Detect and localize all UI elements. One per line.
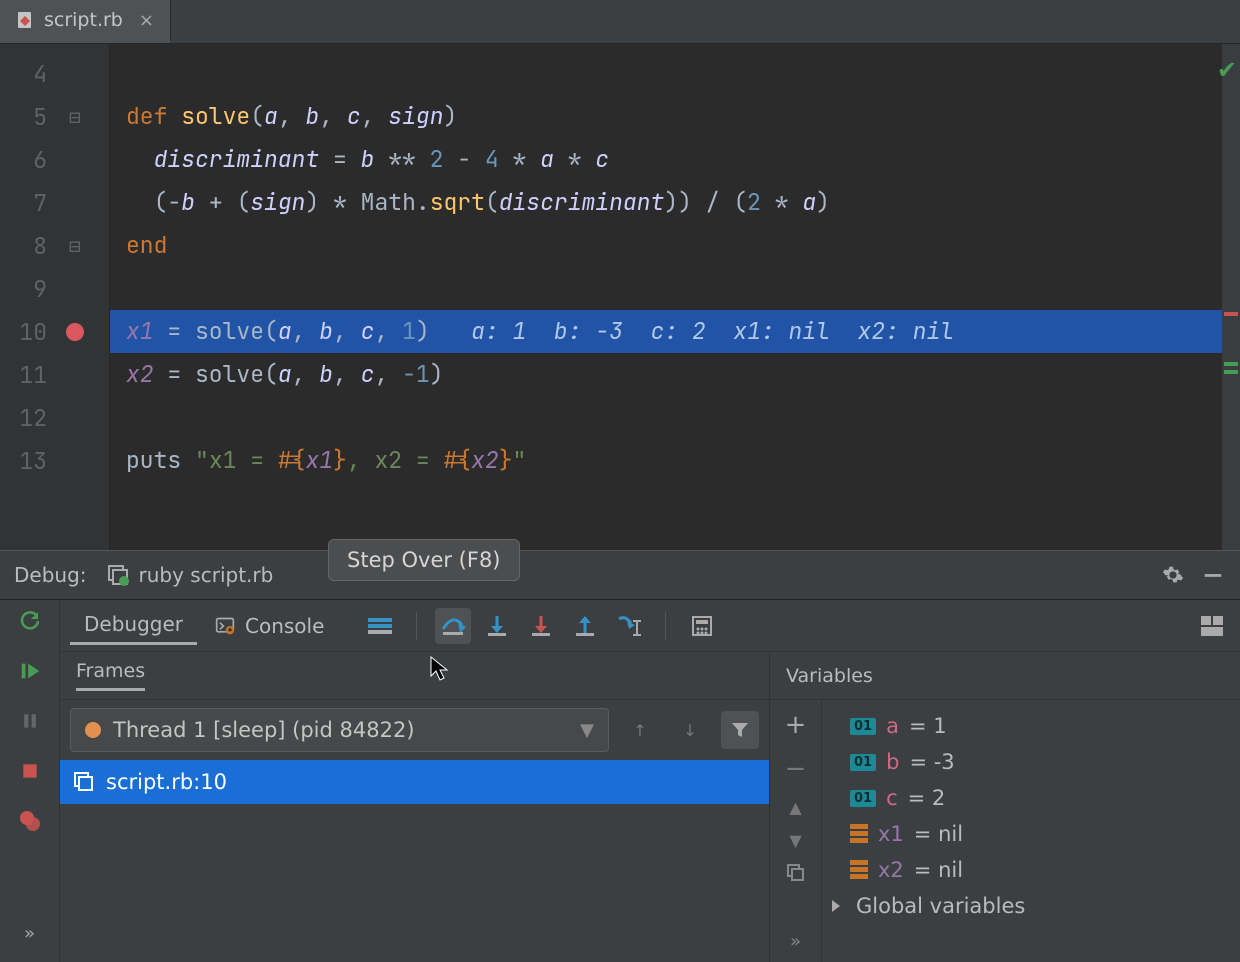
fold-close-icon[interactable]: ⊟ — [69, 234, 81, 258]
ruby-file-icon — [16, 11, 34, 29]
step-into-button[interactable] — [479, 608, 515, 644]
code-editor[interactable]: 4 5 ⊟ 6 7 8 ⊟ 9 10 11 12 13 def solve(a, b… — [0, 44, 1240, 550]
evaluate-expression-button[interactable] — [684, 608, 720, 644]
fold-open-icon[interactable]: ⊟ — [69, 105, 81, 129]
line-number: 6 — [9, 145, 47, 175]
line-number: 10 — [9, 317, 47, 347]
code-area[interactable]: def solve(a, b, c, sign) discriminant = … — [110, 44, 1240, 550]
thread-selector[interactable]: Thread 1 [sleep] (pid 84822) ▼ — [70, 708, 609, 752]
next-frame-button[interactable]: ↓ — [671, 711, 709, 749]
int-type-icon: 01 — [850, 754, 876, 771]
frames-header: Frames — [76, 660, 145, 691]
inspection-ok-icon[interactable]: ✔ — [1217, 56, 1237, 84]
move-down-button[interactable]: ▼ — [789, 831, 801, 850]
layout-settings-button[interactable] — [1194, 608, 1230, 644]
editor-gutter: 4 5 ⊟ 6 7 8 ⊟ 9 10 11 12 13 — [0, 44, 110, 550]
line-number: 9 — [9, 274, 47, 304]
int-type-icon: 01 — [850, 718, 876, 735]
minimize-icon[interactable] — [1200, 562, 1226, 588]
debug-side-toolbar: » — [0, 600, 60, 962]
filter-button[interactable] — [721, 711, 759, 749]
add-watch-button[interactable]: + — [785, 710, 807, 740]
run-to-cursor-button[interactable] — [611, 608, 647, 644]
resume-button[interactable] — [15, 656, 45, 686]
editor-tabbar: script.rb × — [0, 0, 1240, 44]
line-number: 13 — [9, 446, 47, 476]
variable-row: 01 b = -3 — [832, 744, 1230, 780]
more-icon[interactable]: » — [790, 931, 801, 952]
nil-type-icon — [850, 860, 868, 881]
variable-row: x1 = nil — [832, 816, 1230, 852]
force-step-into-button[interactable] — [523, 608, 559, 644]
debug-tabs-toolbar: Debugger Console — [60, 600, 1240, 652]
line-number: 8 — [9, 231, 47, 261]
tab-debugger[interactable]: Debugger — [70, 606, 197, 645]
expand-right-icon — [832, 900, 840, 912]
prev-frame-button[interactable]: ↑ — [621, 711, 659, 749]
variable-row: 01 a = 1 — [832, 708, 1230, 744]
step-over-button[interactable] — [435, 608, 471, 644]
run-config-icon — [107, 564, 129, 586]
stack-frame[interactable]: script.rb:10 — [60, 760, 769, 804]
duplicate-watch-button[interactable] — [787, 864, 805, 882]
stop-button[interactable] — [15, 756, 45, 786]
view-breakpoints-button[interactable] — [15, 806, 45, 836]
step-out-button[interactable] — [567, 608, 603, 644]
global-variables-node[interactable]: Global variables — [832, 888, 1230, 924]
inline-variable-hints: a: 1 b: -3 c: 2 x1: nil x2: nil — [430, 316, 954, 346]
debug-session-tab[interactable]: ruby script.rb — [107, 563, 274, 587]
int-type-icon: 01 — [850, 790, 876, 807]
debug-title: Debug: — [14, 563, 87, 587]
editor-tab-script[interactable]: script.rb × — [0, 0, 171, 43]
remove-watch-button[interactable]: − — [785, 754, 807, 784]
change-marker[interactable] — [1224, 362, 1238, 366]
frames-panel: Frames Thread 1 [sleep] (pid 84822) ▼ ↑ … — [60, 652, 770, 962]
variable-row: 01 c = 2 — [832, 780, 1230, 816]
variable-row: x2 = nil — [832, 852, 1230, 888]
change-marker[interactable] — [1224, 370, 1238, 374]
execution-line: x1 = solve(a, b, c, 1) a: 1 b: -3 c: 2 x… — [110, 310, 1240, 353]
variables-panel: Variables + − ▲ ▼ » 01 a = 1 01 b = -3 0… — [770, 652, 1240, 962]
nil-type-icon — [850, 824, 868, 845]
breakpoint-marker[interactable] — [1224, 312, 1238, 316]
variables-header: Variables — [786, 665, 873, 687]
variables-toolbar: + − ▲ ▼ » — [770, 700, 822, 962]
close-icon[interactable]: × — [133, 10, 154, 31]
debug-toolwindow: » Debugger Console — [0, 600, 1240, 962]
show-execution-point-button[interactable] — [362, 608, 398, 644]
tab-console[interactable]: Console — [201, 608, 338, 644]
rerun-button[interactable] — [15, 606, 45, 636]
frame-icon — [74, 772, 94, 792]
editor-scrollbar[interactable]: ✔ — [1222, 44, 1240, 550]
gear-icon[interactable] — [1160, 562, 1186, 588]
line-number: 12 — [9, 403, 47, 433]
line-number: 11 — [9, 360, 47, 390]
more-icon[interactable]: » — [15, 918, 45, 948]
editor-tab-label: script.rb — [44, 9, 123, 31]
line-number: 5 — [9, 102, 47, 132]
line-number: 4 — [9, 59, 47, 89]
breakpoint-icon[interactable] — [66, 323, 84, 341]
chevron-down-icon: ▼ — [580, 720, 594, 741]
line-number: 7 — [9, 188, 47, 218]
pause-button[interactable] — [15, 706, 45, 736]
console-icon — [215, 616, 235, 636]
thread-status-icon — [85, 722, 101, 738]
debug-toolwindow-header: Debug: ruby script.rb Step Over (F8) — [0, 550, 1240, 600]
tooltip: Step Over (F8) — [328, 539, 520, 581]
variables-list[interactable]: 01 a = 1 01 b = -3 01 c = 2 x1 = nil x2 … — [822, 700, 1240, 962]
move-up-button[interactable]: ▲ — [789, 798, 801, 817]
